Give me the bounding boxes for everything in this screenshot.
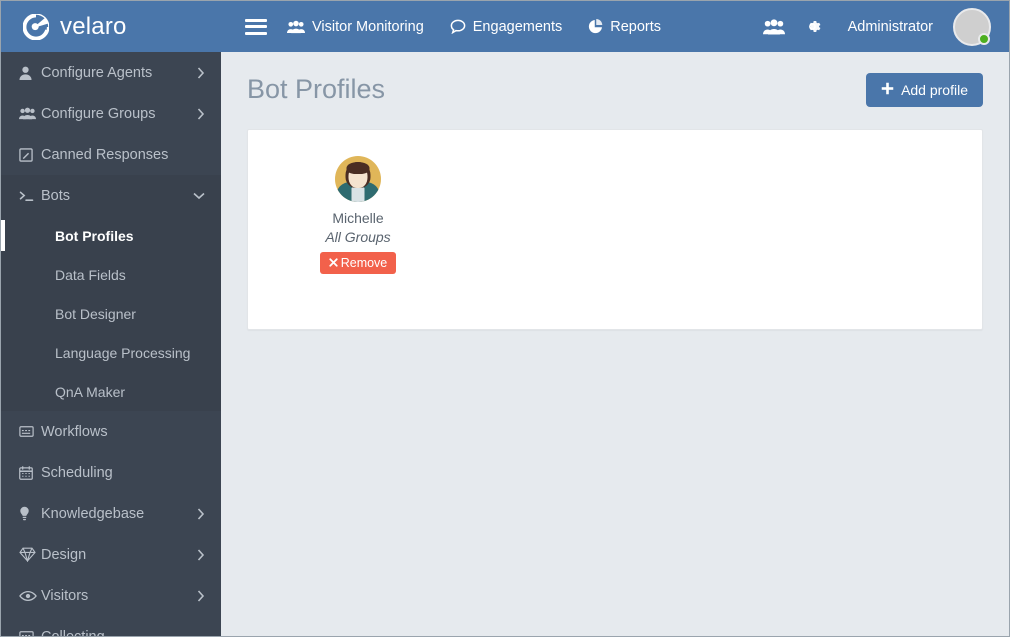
users-group-icon[interactable]	[762, 18, 785, 35]
nav-engagements[interactable]: Engagements	[450, 19, 562, 35]
gem-icon	[19, 547, 41, 562]
pencil-square-icon	[19, 147, 41, 162]
add-profile-button[interactable]: Add profile	[866, 73, 983, 107]
sidebar-item-label: Configure Agents	[41, 64, 153, 81]
nav-visitor-monitoring[interactable]: Visitor Monitoring	[287, 19, 424, 35]
top-header-bar: velaro Visitor Monitoring Engagements Re…	[1, 1, 1009, 52]
avatar[interactable]	[953, 7, 991, 46]
chevron-right-icon	[197, 66, 205, 79]
sidebar-subitem-qna-maker[interactable]: QnA Maker	[1, 372, 221, 411]
header-right-cluster: Administrator	[762, 7, 1009, 46]
sidebar-item-label: Workflows	[41, 423, 108, 440]
sidebar-item-label: Visitors	[41, 587, 89, 604]
chevron-down-icon	[193, 192, 205, 200]
nav-reports[interactable]: Reports	[588, 19, 661, 35]
nav-label: Visitor Monitoring	[312, 18, 424, 35]
chevron-right-icon	[197, 507, 205, 520]
nav-label: Engagements	[472, 18, 563, 35]
hamburger-icon[interactable]	[245, 18, 267, 35]
bot-profile-group: All Groups	[325, 229, 391, 245]
admin-user-name: Administrator	[847, 18, 933, 35]
sidebar-item-label: Scheduling	[41, 464, 113, 481]
x-icon	[329, 256, 338, 270]
remove-bot-profile-button[interactable]: Remove	[319, 252, 397, 274]
sidebar-nav: Configure Agents Configure Groups Canned…	[1, 52, 221, 636]
sidebar-subitem-language-processing[interactable]: Language Processing	[1, 333, 221, 372]
calendar-icon	[19, 465, 41, 480]
bots-submenu: Bot Profiles Data Fields Bot Designer La…	[1, 216, 221, 411]
sidebar-subitem-label: Bot Designer	[55, 305, 136, 322]
brand-name: velaro	[60, 12, 127, 40]
sidebar-item-label: Design	[41, 546, 87, 563]
sidebar-item-scheduling[interactable]: Scheduling	[1, 452, 221, 493]
pie-chart-icon	[588, 19, 603, 34]
main-content: Bot Profiles Add profile Michelle All Gr…	[221, 52, 1009, 636]
users-group-icon	[287, 20, 305, 34]
users-group-icon	[19, 107, 41, 120]
add-profile-label: Add profile	[901, 82, 968, 98]
chevron-right-icon	[197, 107, 205, 120]
chat-bubble-icon	[450, 19, 466, 34]
remove-label: Remove	[340, 256, 388, 270]
user-icon	[19, 66, 41, 80]
bot-avatar-icon	[335, 156, 381, 202]
chevron-right-icon	[197, 589, 205, 602]
sidebar-subitem-label: QnA Maker	[55, 383, 126, 400]
sidebar-item-collecting[interactable]: Collecting	[1, 616, 221, 636]
sidebar-subitem-bot-profiles[interactable]: Bot Profiles	[1, 216, 221, 255]
bot-profile-name: Michelle	[332, 210, 384, 226]
eye-icon	[19, 590, 41, 602]
sidebar-item-label: Knowledgebase	[41, 505, 145, 522]
sidebar-item-workflows[interactable]: Workflows	[1, 411, 221, 452]
terminal-icon	[19, 190, 41, 202]
sidebar-item-bots[interactable]: Bots	[1, 175, 221, 216]
sidebar-item-label: Collecting	[41, 629, 205, 637]
window-icon	[19, 631, 41, 636]
page-header: Bot Profiles Add profile	[221, 52, 1009, 107]
plus-icon	[881, 82, 894, 98]
window-icon	[19, 426, 41, 437]
chevron-right-icon	[197, 548, 205, 561]
sidebar-item-canned-responses[interactable]: Canned Responses	[1, 134, 221, 175]
sidebar-item-configure-groups[interactable]: Configure Groups	[1, 93, 221, 134]
sidebar-item-label: Canned Responses	[41, 146, 169, 163]
bot-profile-card[interactable]: Michelle All Groups Remove	[298, 156, 418, 274]
brand-logo-area[interactable]: velaro	[1, 1, 221, 52]
sidebar-subitem-label: Bot Profiles	[55, 227, 134, 244]
sidebar-subitem-label: Language Processing	[55, 344, 191, 361]
lightbulb-icon	[19, 506, 41, 521]
sidebar-subitem-bot-designer[interactable]: Bot Designer	[1, 294, 221, 333]
sidebar-subitem-label: Data Fields	[55, 266, 126, 283]
sidebar-subitem-data-fields[interactable]: Data Fields	[1, 255, 221, 294]
velaro-circle-logo-icon	[22, 13, 50, 40]
gear-icon[interactable]	[803, 17, 822, 36]
sidebar-item-configure-agents[interactable]: Configure Agents	[1, 52, 221, 93]
sidebar-item-label: Configure Groups	[41, 105, 156, 122]
sidebar-item-design[interactable]: Design	[1, 534, 221, 575]
sidebar-item-knowledgebase[interactable]: Knowledgebase	[1, 493, 221, 534]
sidebar-item-visitors[interactable]: Visitors	[1, 575, 221, 616]
sidebar-item-label: Bots	[41, 187, 71, 204]
bot-profiles-panel: Michelle All Groups Remove	[247, 129, 983, 330]
status-online-dot	[978, 32, 990, 45]
nav-label: Reports	[610, 18, 662, 35]
page-title: Bot Profiles	[247, 74, 386, 105]
